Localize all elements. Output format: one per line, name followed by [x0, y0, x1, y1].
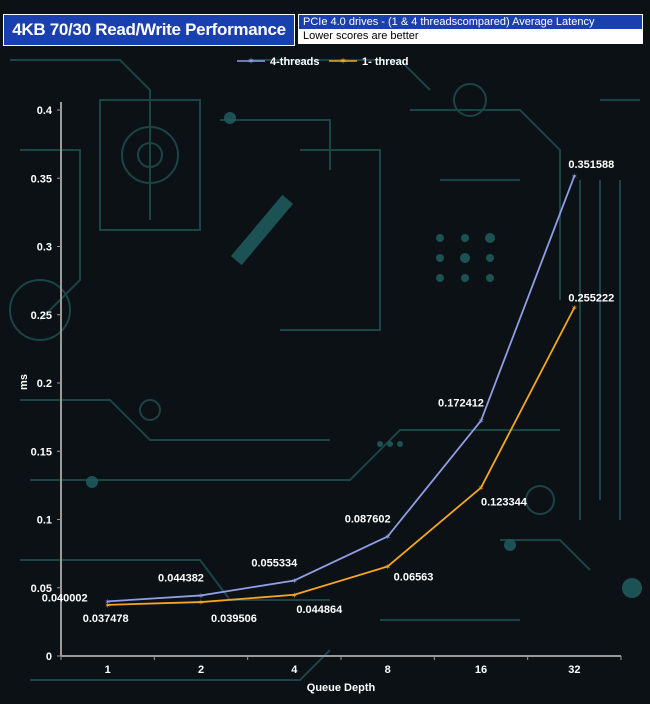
legend: ✶ 4-threads ✶ 1- thread [237, 56, 408, 68]
legend-label-1-thread: 1- thread [362, 56, 408, 68]
x-tick-label: 8 [385, 664, 391, 676]
data-label-4-threads: 0.351588 [568, 159, 614, 171]
y-tick-label: 0 [46, 651, 52, 663]
chart-note: Lower scores are better [299, 29, 642, 43]
data-label-4-threads: 0.040002 [42, 592, 88, 604]
data-label-1-thread: 0.255222 [568, 293, 614, 305]
data-point-1-thread: ✶ [104, 601, 111, 610]
data-label-4-threads: 0.087602 [345, 513, 391, 525]
y-tick-label: 0.2 [37, 378, 52, 390]
x-tick-label: 2 [198, 664, 204, 676]
data-point-4-threads: ✶ [478, 417, 485, 426]
data-point-4-threads: ✶ [291, 576, 298, 585]
data-point-4-threads: ✶ [571, 172, 578, 181]
data-label-4-threads: 0.044382 [158, 572, 204, 584]
x-axis-title: Queue Depth [307, 682, 376, 694]
y-tick-label: 0.35 [31, 173, 52, 185]
y-axis-title: ms [18, 374, 30, 390]
circuit-background [9, 59, 640, 681]
data-point-1-thread: ✶ [198, 598, 205, 607]
data-label-1-thread: 0.037478 [83, 613, 129, 625]
data-label-4-threads: 0.055334 [251, 557, 298, 569]
chart-subtitle-box: PCIe 4.0 drives - (1 & 4 threadscompared… [298, 14, 643, 44]
data-label-4-threads: 0.172412 [438, 398, 484, 410]
legend-label-4-threads: 4-threads [270, 56, 320, 68]
y-tick-label: 0.25 [31, 310, 52, 322]
x-tick-label: 32 [568, 664, 580, 676]
data-point-4-threads: ✶ [384, 532, 391, 541]
data-labels: 0.040002 0.044382 0.055334 0.087602 0.172412… [42, 159, 614, 625]
legend-marker-4-threads: ✶ [247, 57, 255, 67]
x-tick-label: 4 [291, 664, 298, 676]
x-tick-label: 16 [475, 664, 487, 676]
chart-canvas: 00.050.10.150.20.250.30.350.41 2 4 8 16 32 ✶✶… [9, 56, 642, 694]
data-label-1-thread: 0.06563 [394, 571, 434, 583]
y-tick-label: 0.1 [37, 515, 52, 527]
chart-subtitle: PCIe 4.0 drives - (1 & 4 threadscompared… [299, 15, 642, 29]
legend-marker-1-thread: ✶ [339, 57, 347, 67]
data-label-1-thread: 0.039506 [211, 613, 257, 625]
data-point-1-thread: ✶ [291, 591, 298, 600]
x-tick-label: 1 [105, 664, 111, 676]
y-tick-label: 0.4 [37, 105, 53, 117]
data-label-1-thread: 0.044864 [296, 604, 343, 616]
y-tick-label: 0.15 [31, 446, 52, 458]
chart-title: 4KB 70/30 Read/Write Performance [3, 14, 295, 46]
y-tick-label: 0.3 [37, 242, 52, 254]
data-point-1-thread: ✶ [571, 304, 578, 313]
series-line-4-threads [107, 175, 576, 603]
data-point-1-thread: ✶ [384, 562, 391, 571]
data-label-1-thread: 0.123344 [481, 497, 528, 509]
data-point-1-thread: ✶ [478, 484, 485, 493]
